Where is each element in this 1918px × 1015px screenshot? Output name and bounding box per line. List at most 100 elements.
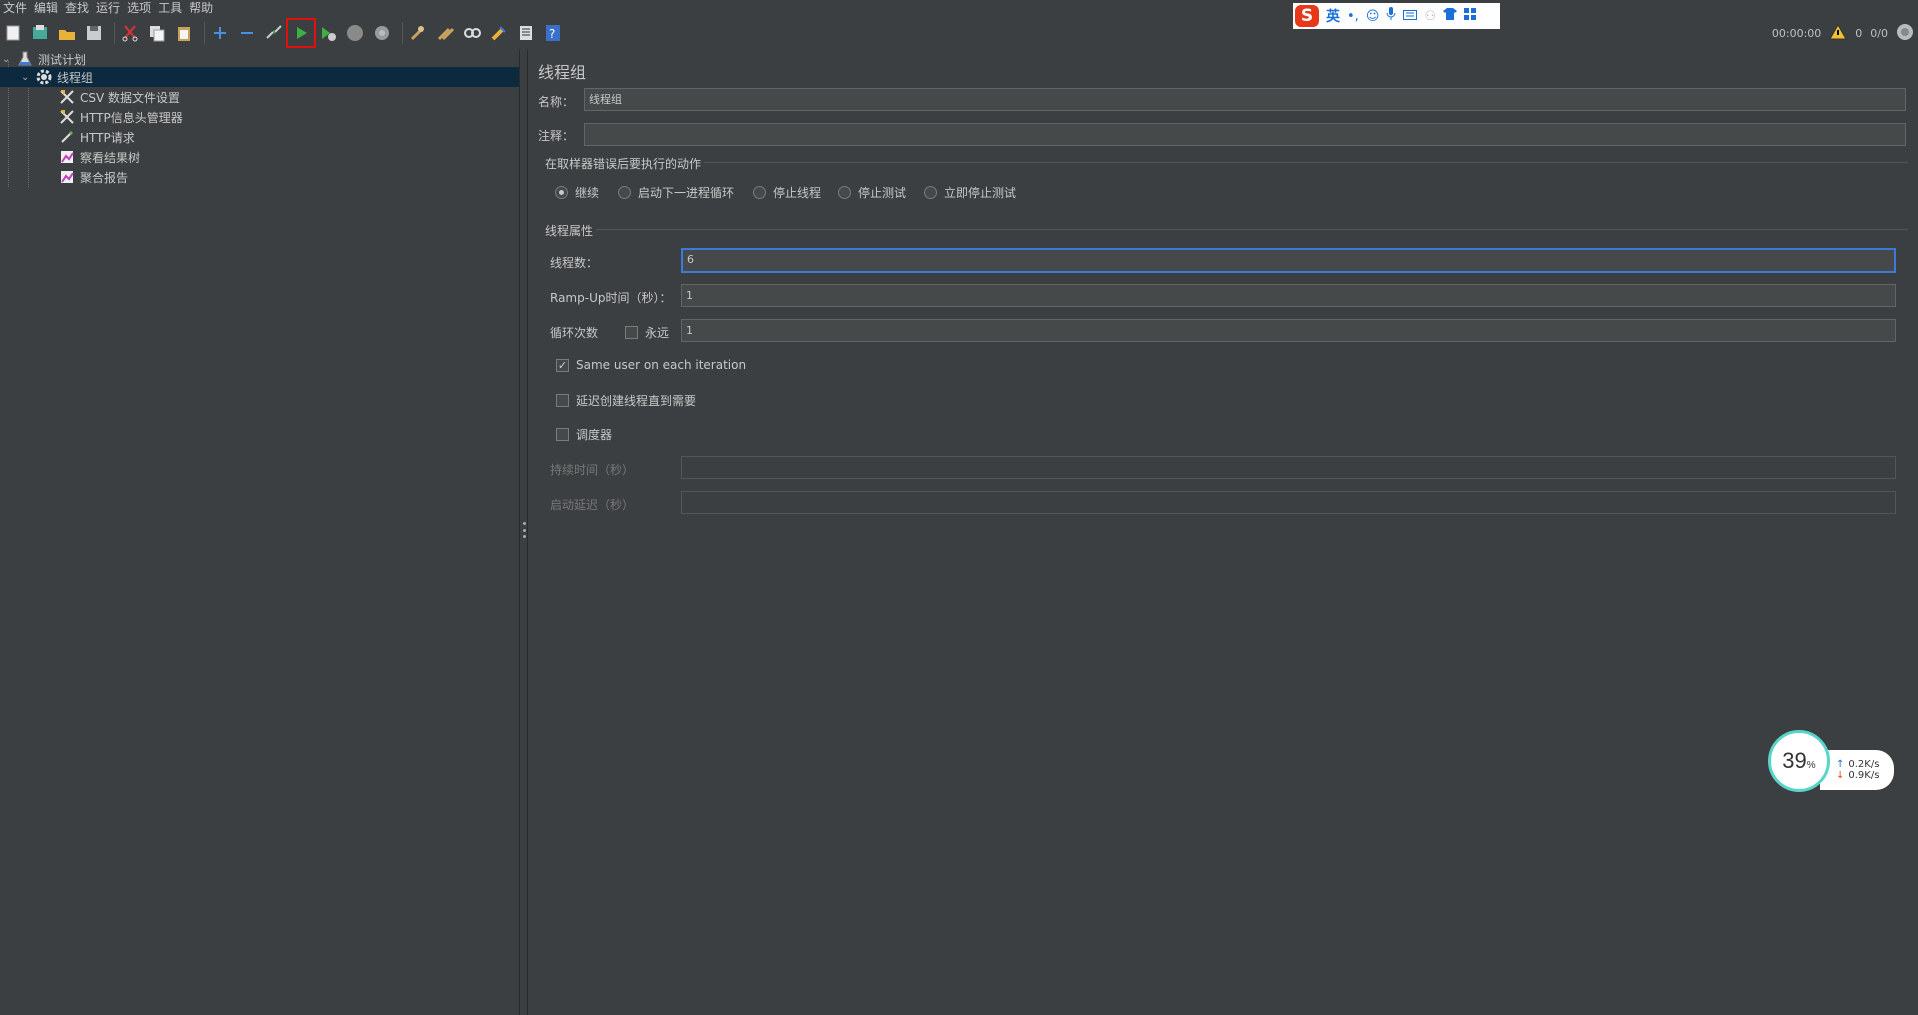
radio-indicator[interactable] — [555, 186, 568, 199]
save-icon[interactable] — [83, 22, 105, 44]
clear-all-icon[interactable] — [434, 22, 456, 44]
microphone-icon[interactable] — [1386, 7, 1396, 25]
radio-start-next-loop[interactable]: 启动下一进程循环 — [618, 184, 734, 201]
radio-stop-test[interactable]: 停止测试 — [838, 184, 906, 201]
function-helper-icon[interactable] — [515, 22, 537, 44]
threads-label: 线程数： — [550, 256, 599, 270]
radio-indicator[interactable] — [753, 186, 766, 199]
templates-icon[interactable] — [29, 22, 51, 44]
tree-item-http-request[interactable]: HTTP请求 — [58, 127, 135, 147]
name-label: 名称： — [538, 95, 575, 109]
tree-item-results-tree[interactable]: 察看结果树 — [58, 147, 140, 167]
start-no-pause-icon[interactable] — [317, 22, 339, 44]
tree-item-aggregate-report[interactable]: 聚合报告 — [58, 167, 128, 187]
duration-input[interactable] — [681, 456, 1896, 479]
radio-indicator[interactable] — [838, 186, 851, 199]
menu-edit[interactable]: 编辑 — [31, 0, 62, 17]
radio-indicator[interactable] — [924, 186, 937, 199]
radio-stop-thread[interactable]: 停止线程 — [753, 184, 821, 201]
rampup-input[interactable]: 1 — [681, 284, 1896, 307]
network-speed-widget[interactable]: ↑ 0.2K/s ↓ 0.9K/s 39% — [1768, 730, 1894, 792]
toggle-icon[interactable] — [263, 22, 285, 44]
chevron-down-icon[interactable]: ⌄ — [2, 54, 16, 65]
checkbox-label: Same user on each iteration — [576, 358, 747, 372]
menu-file[interactable]: 文件 — [0, 0, 31, 17]
comment-input[interactable] — [584, 123, 1906, 146]
clear-icon[interactable] — [407, 22, 429, 44]
comment-label: 注释： — [538, 129, 575, 143]
upload-unit: K/s — [1864, 759, 1880, 770]
toolbar-divider — [402, 22, 403, 44]
name-input[interactable]: 线程组 — [584, 88, 1906, 111]
radio-indicator[interactable] — [618, 186, 631, 199]
start-icon[interactable] — [286, 18, 316, 48]
delay-thread-checkbox[interactable]: 延迟创建线程直到需要 — [556, 392, 696, 409]
menu-options[interactable]: 选项 — [124, 0, 155, 17]
tree-item-thread-group[interactable]: ⌄ 线程组 — [0, 67, 519, 87]
keyboard-icon[interactable] — [1403, 9, 1418, 24]
user-icon[interactable]: ⚇ — [1424, 9, 1436, 24]
search-icon[interactable] — [461, 22, 483, 44]
menu-help[interactable]: 帮助 — [186, 0, 217, 17]
status-area: 00:00:00 0 0/0 — [1772, 17, 1918, 49]
paste-icon[interactable] — [173, 22, 195, 44]
radio-label: 停止测试 — [858, 186, 907, 200]
radio-continue[interactable]: 继续 — [555, 184, 599, 201]
expand-icon[interactable] — [209, 22, 231, 44]
download-unit: K/s — [1864, 770, 1880, 781]
upload-speed: ↑ 0.2K/s — [1836, 759, 1894, 770]
check-icon[interactable]: ✓ — [556, 358, 569, 372]
chevron-down-icon[interactable]: ⌄ — [21, 72, 35, 83]
tree-item-csv-config[interactable]: CSV 数据文件设置 — [58, 87, 180, 107]
radio-label: 立即停止测试 — [944, 186, 1017, 200]
checkbox-indicator[interactable] — [556, 428, 569, 441]
tree-item-test-plan[interactable]: ⌄ 测试计划 — [2, 49, 519, 69]
download-speed: ↓ 0.9K/s — [1836, 770, 1894, 781]
radio-stop-test-now[interactable]: 立即停止测试 — [924, 184, 1016, 201]
toolbar-divider — [114, 22, 115, 44]
tree-item-label: 聚合报告 — [80, 170, 129, 185]
cut-icon[interactable] — [119, 22, 141, 44]
tree-guide — [28, 81, 29, 187]
tree-item-label: 线程组 — [57, 70, 94, 85]
forever-checkbox[interactable]: 永远 — [625, 324, 669, 341]
speed-readout: ↑ 0.2K/s ↓ 0.9K/s — [1820, 750, 1894, 790]
checkbox-indicator[interactable] — [556, 394, 569, 407]
reset-search-icon[interactable] — [488, 22, 510, 44]
copy-icon[interactable] — [146, 22, 168, 44]
radio-label: 停止线程 — [773, 186, 822, 200]
panel-splitter[interactable] — [519, 49, 528, 1015]
new-icon[interactable] — [2, 22, 24, 44]
ime-language[interactable]: 英 — [1326, 6, 1340, 26]
stop-icon[interactable] — [344, 22, 366, 44]
collapse-icon[interactable] — [236, 22, 258, 44]
menu-bar: 文件 编辑 查找 运行 选项 工具 帮助 — [0, 0, 1918, 17]
error-action-group-title: 在取样器错误后要执行的动作 — [545, 157, 702, 171]
warning-icon[interactable] — [1829, 23, 1848, 43]
same-user-checkbox[interactable]: ✓ Same user on each iteration — [556, 358, 746, 372]
loop-label: 循环次数 — [550, 326, 599, 340]
ime-logo[interactable]: S — [1295, 5, 1319, 27]
threads-input[interactable]: 6 — [681, 248, 1896, 273]
loop-input[interactable]: 1 — [681, 319, 1896, 342]
checkbox-label: 调度器 — [576, 428, 613, 442]
open-icon[interactable] — [56, 22, 78, 44]
splitter-handle[interactable] — [523, 522, 526, 538]
toolbox-icon[interactable] — [1464, 8, 1477, 24]
menu-run[interactable]: 运行 — [93, 0, 124, 17]
menu-tools[interactable]: 工具 — [155, 0, 186, 17]
svg-text:?: ? — [549, 27, 555, 41]
scheduler-checkbox[interactable]: 调度器 — [556, 426, 612, 443]
menu-search[interactable]: 查找 — [62, 0, 93, 17]
wrench-icon — [58, 108, 76, 126]
wrench-icon — [58, 88, 76, 106]
tree-item-header-manager[interactable]: HTTP信息头管理器 — [58, 107, 183, 127]
radio-label: 继续 — [575, 186, 600, 200]
punctuation-icon[interactable]: •, — [1347, 9, 1359, 24]
emoji-icon[interactable]: ☺ — [1366, 9, 1380, 24]
skin-icon[interactable] — [1443, 8, 1458, 24]
checkbox-indicator[interactable] — [625, 326, 638, 339]
shutdown-icon[interactable] — [371, 22, 393, 44]
help-icon[interactable]: ? — [542, 22, 564, 44]
startup-delay-input[interactable] — [681, 491, 1896, 514]
